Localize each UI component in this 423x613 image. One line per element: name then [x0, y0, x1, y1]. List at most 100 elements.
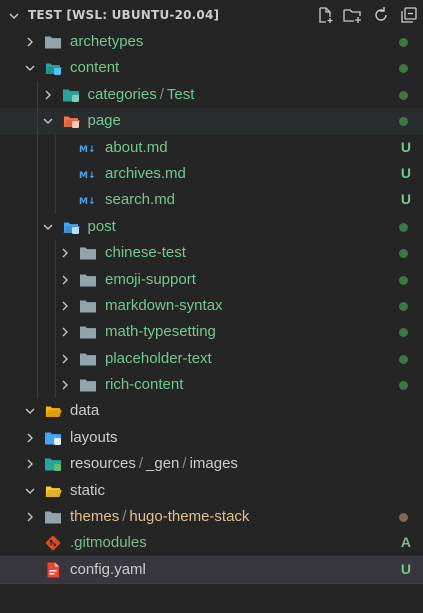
tree-item-name-segment: _gen [146, 455, 180, 473]
tree-file-row[interactable]: config.yaml U [0, 555, 423, 585]
markdown-icon: M↓ [79, 139, 97, 157]
tree-item-label: chinese-test [105, 244, 186, 262]
chevron-down-icon[interactable] [24, 405, 36, 417]
tree-folder-row[interactable]: math-typesetting [0, 319, 423, 346]
indent-guide [37, 319, 38, 346]
tree-item-name: archetypes [70, 33, 144, 50]
chevron-right-icon[interactable] [59, 274, 71, 286]
tree-file-row[interactable]: M↓ archives.md U [0, 160, 423, 188]
new-file-icon[interactable] [315, 5, 335, 25]
chevron-right-icon[interactable] [59, 379, 71, 391]
tree-folder-row[interactable]: archetypes [0, 29, 423, 55]
chevron-right-icon[interactable] [24, 432, 36, 444]
indent-guide [37, 292, 38, 320]
git-status-dot [399, 38, 408, 47]
git-icon [44, 534, 62, 552]
tree-item-label: layouts [70, 429, 118, 447]
tree-folder-row[interactable]: post [0, 213, 423, 241]
tree-folder-row[interactable]: static [0, 478, 423, 504]
folder-static-icon [44, 482, 62, 500]
tree-item-name: .gitmodules [70, 534, 147, 552]
git-status-dot [399, 275, 408, 285]
indent-guide [54, 372, 56, 399]
folder-data-icon [44, 402, 62, 420]
tree-item-name: placeholder-text [105, 349, 212, 367]
refresh-icon[interactable] [371, 5, 391, 25]
tree-folder-row[interactable]: content [0, 55, 423, 81]
tree-folder-row[interactable]: page [0, 108, 423, 135]
tree-file-row[interactable]: M↓ search.md U [0, 187, 423, 214]
indent-guide [37, 240, 38, 267]
explorer-actions [315, 5, 419, 25]
new-folder-icon[interactable] [343, 5, 363, 25]
chevron-down-icon[interactable] [8, 10, 20, 22]
tree-folder-row[interactable]: themes / hugo-theme-stack [0, 504, 423, 530]
chevron-right-icon[interactable] [42, 89, 54, 101]
path-separator: / [159, 85, 164, 103]
git-status-dot [399, 90, 408, 100]
explorer-tree: archetypes content categories / Test page M↓ ab… [0, 29, 423, 585]
tree-item-label: placeholder-text [105, 350, 212, 368]
tree-folder-row[interactable]: markdown-syntax [0, 292, 423, 320]
git-status-badge: A [400, 534, 411, 551]
git-status-dot [399, 222, 408, 232]
tree-item-label: emoji-support [105, 271, 196, 289]
folder-images-icon [44, 455, 62, 473]
chevron-right-icon[interactable] [24, 511, 36, 523]
folder-layouts-icon [44, 429, 62, 447]
tree-item-label: archives.md [105, 165, 186, 183]
git-status-dot [399, 354, 408, 364]
tree-item-name: config.yaml [70, 560, 146, 578]
workspace-title: TEST [WSL: UBUNTU-20.04] [28, 8, 220, 22]
tree-item-name: layouts [70, 428, 118, 446]
svg-text:M↓: M↓ [79, 171, 96, 181]
tree-file-row[interactable]: M↓ about.md U [0, 134, 423, 161]
folder-icon [79, 297, 97, 315]
tree-item-label: static [70, 482, 105, 500]
tree-item-name: chinese-test [105, 244, 186, 262]
chevron-down-icon[interactable] [42, 115, 54, 127]
chevron-right-icon[interactable] [59, 353, 71, 365]
chevron-right-icon[interactable] [59, 300, 71, 312]
tree-item-label: markdown-syntax [105, 297, 223, 315]
tree-folder-row[interactable]: resources / _gen / images [0, 451, 423, 477]
indent-guide [37, 81, 38, 109]
chevron-down-icon[interactable] [42, 221, 54, 233]
git-status-dot [399, 301, 408, 311]
tree-item-label: data [70, 402, 99, 420]
tree-folder-row[interactable]: chinese-test [0, 240, 423, 267]
tree-file-row[interactable]: .gitmodules A [0, 530, 423, 556]
tree-folder-row[interactable]: data [0, 398, 423, 424]
tree-item-label: math-typesetting [105, 323, 216, 341]
chevron-down-icon[interactable] [24, 485, 36, 497]
tree-item-name: data [70, 402, 100, 420]
folder-content-icon [44, 59, 62, 77]
indent-guide [37, 266, 38, 293]
indent-guide [54, 319, 56, 346]
chevron-down-icon[interactable] [24, 62, 36, 74]
tree-item-name: categories [87, 85, 157, 103]
chevron-right-icon[interactable] [24, 458, 36, 470]
chevron-right-icon[interactable] [59, 247, 71, 259]
tree-folder-row[interactable]: emoji-support [0, 266, 423, 293]
indent-guide [37, 160, 38, 188]
indent-guide [37, 213, 38, 241]
chevron-right-icon[interactable] [24, 36, 36, 48]
tree-item-name: static [70, 481, 106, 499]
chevron-right-icon[interactable] [59, 326, 71, 338]
tree-item-name: themes [70, 508, 120, 526]
git-status-badge: U [400, 560, 411, 577]
tree-folder-row[interactable]: categories / Test [0, 81, 423, 109]
tree-folder-row[interactable]: placeholder-text [0, 345, 423, 373]
file-explorer: TEST [WSL: UBUNTU-20.04] archetypes conte… [0, 0, 423, 613]
tree-folder-row[interactable]: layouts [0, 425, 423, 451]
collapse-all-icon[interactable] [399, 5, 419, 25]
git-status-badge: U [400, 191, 411, 208]
tree-folder-row[interactable]: rich-content [0, 372, 423, 399]
indent-guide [54, 266, 56, 293]
indent-guide [37, 345, 38, 373]
git-status-dot [399, 64, 408, 74]
explorer-header[interactable]: TEST [WSL: UBUNTU-20.04] [0, 0, 423, 32]
folder-icon [79, 376, 97, 394]
tree-item-name: rich-content [105, 376, 184, 394]
